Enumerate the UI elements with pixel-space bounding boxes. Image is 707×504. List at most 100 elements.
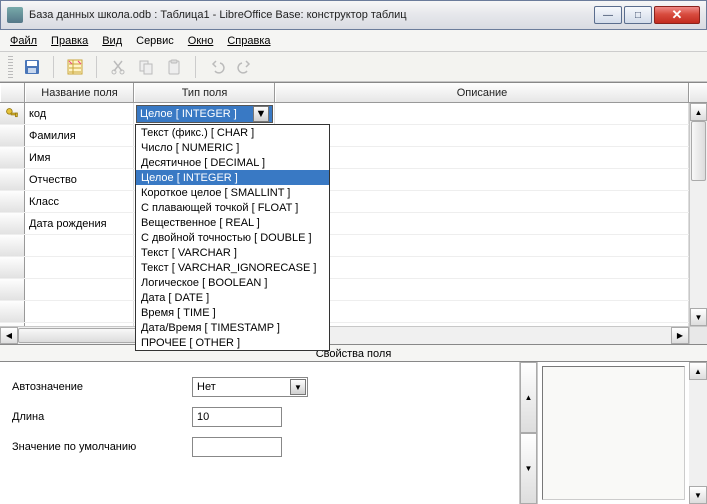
col-header-name[interactable]: Название поля [25,83,134,102]
table-row[interactable]: Дата рождения [0,213,689,235]
menu-file[interactable]: Файл [10,35,37,47]
field-desc-cell[interactable] [275,257,689,278]
table-row[interactable] [0,279,689,301]
type-option[interactable]: Целое [ INTEGER ] [136,170,329,185]
table-row[interactable] [0,235,689,257]
scroll-up-icon[interactable]: ▲ [689,362,707,380]
properties-spinner[interactable]: ▲ ▼ [519,362,537,504]
type-option[interactable]: Десятичное [ DECIMAL ] [136,155,329,170]
field-name-cell[interactable]: Имя [25,147,134,168]
scroll-down-icon[interactable]: ▼ [689,486,707,504]
table-row[interactable]: кодЦелое [ INTEGER ]▼ [0,103,689,125]
close-button[interactable]: ✕ [654,6,700,24]
row-selector[interactable] [0,257,25,278]
type-option[interactable]: Дата [ DATE ] [136,290,329,305]
type-option[interactable]: Текст [ VARCHAR_IGNORECASE ] [136,260,329,275]
spin-up-icon[interactable]: ▲ [520,362,537,433]
type-option[interactable]: Число [ NUMERIC ] [136,140,329,155]
table-row[interactable] [0,301,689,323]
row-selector[interactable] [0,235,25,256]
table-row[interactable]: Отчество [0,169,689,191]
row-selector[interactable] [0,301,25,322]
type-option[interactable]: Логическое [ BOOLEAN ] [136,275,329,290]
copy-icon[interactable] [135,56,157,78]
type-option[interactable]: Время [ TIME ] [136,305,329,320]
spin-down-icon[interactable]: ▼ [520,433,537,504]
table-row[interactable]: Класс [0,191,689,213]
scroll-up-icon[interactable]: ▲ [690,103,707,121]
row-selector[interactable] [0,147,25,168]
save-icon[interactable] [21,56,43,78]
field-desc-cell[interactable] [275,235,689,256]
default-value-input[interactable] [192,437,282,457]
scroll-left-icon[interactable]: ◀ [0,327,18,344]
grid-header-scroll-gap [689,83,707,102]
field-desc-cell[interactable] [275,191,689,212]
grid-vertical-scrollbar[interactable]: ▲ ▼ [689,103,707,326]
table-row[interactable]: Фамилия [0,125,689,147]
primary-key-icon [5,107,19,121]
menu-help[interactable]: Справка [227,35,270,47]
auto-value-combo[interactable]: Нет ▼ [192,377,308,397]
maximize-button[interactable]: □ [624,6,652,24]
col-header-type[interactable]: Тип поля [134,83,275,102]
field-type-combo[interactable]: Целое [ INTEGER ]▼ [136,105,273,123]
row-selector[interactable] [0,279,25,300]
description-scrollbar[interactable]: ▲ ▼ [689,362,707,504]
scroll-down-icon[interactable]: ▼ [690,308,707,326]
field-desc-cell[interactable] [275,147,689,168]
index-design-icon[interactable] [64,56,86,78]
length-input[interactable]: 10 [192,407,282,427]
scroll-right-icon[interactable]: ▶ [671,327,689,344]
field-desc-cell[interactable] [275,213,689,234]
row-selector[interactable] [0,103,25,124]
type-option[interactable]: С плавающей точкой [ FLOAT ] [136,200,329,215]
row-selector[interactable] [0,169,25,190]
type-option[interactable]: С двойной точностью [ DOUBLE ] [136,230,329,245]
table-row[interactable]: Имя [0,147,689,169]
type-option[interactable]: Текст (фикс.) [ CHAR ] [136,125,329,140]
menu-edit[interactable]: Правка [51,35,88,47]
field-desc-cell[interactable] [275,301,689,322]
cut-icon[interactable] [107,56,129,78]
field-name-cell[interactable] [25,301,134,322]
field-name-cell[interactable]: код [25,103,134,124]
minimize-button[interactable]: — [594,6,622,24]
field-desc-cell[interactable] [275,103,689,124]
type-option[interactable]: ПРОЧЕЕ [ OTHER ] [136,335,329,350]
undo-icon[interactable] [206,56,228,78]
length-label: Длина [12,411,192,423]
type-option[interactable]: Дата/Время [ TIMESTAMP ] [136,320,329,335]
field-type-dropdown-list[interactable]: Текст (фикс.) [ CHAR ]Число [ NUMERIC ]Д… [135,124,330,351]
menu-tools[interactable]: Сервис [136,35,174,47]
field-name-cell[interactable] [25,279,134,300]
col-header-desc[interactable]: Описание [275,83,689,102]
grid-horizontal-scrollbar[interactable]: ◀ ▶ [0,326,689,344]
field-name-cell[interactable]: Дата рождения [25,213,134,234]
menu-window[interactable]: Окно [188,35,214,47]
chevron-down-icon[interactable]: ▼ [253,106,269,122]
paste-icon[interactable] [163,56,185,78]
row-selector[interactable] [0,125,25,146]
field-name-cell[interactable]: Фамилия [25,125,134,146]
field-name-cell[interactable] [25,257,134,278]
type-option[interactable]: Вещественное [ REAL ] [136,215,329,230]
field-name-cell[interactable]: Отчество [25,169,134,190]
table-row[interactable] [0,257,689,279]
window-titlebar: База данных школа.odb : Таблица1 - Libre… [0,0,707,30]
chevron-down-icon[interactable]: ▼ [290,379,306,395]
row-selector[interactable] [0,191,25,212]
field-name-cell[interactable] [25,235,134,256]
redo-icon[interactable] [234,56,256,78]
field-desc-cell[interactable] [275,169,689,190]
menu-view[interactable]: Вид [102,35,122,47]
field-desc-cell[interactable] [275,125,689,146]
field-name-cell[interactable]: Класс [25,191,134,212]
scroll-thumb[interactable] [691,121,706,181]
row-selector[interactable] [0,213,25,234]
type-option[interactable]: Короткое целое [ SMALLINT ] [136,185,329,200]
field-desc-cell[interactable] [275,279,689,300]
field-type-cell[interactable]: Целое [ INTEGER ]▼ [134,103,275,124]
type-option[interactable]: Текст [ VARCHAR ] [136,245,329,260]
grid-corner[interactable] [0,83,25,102]
